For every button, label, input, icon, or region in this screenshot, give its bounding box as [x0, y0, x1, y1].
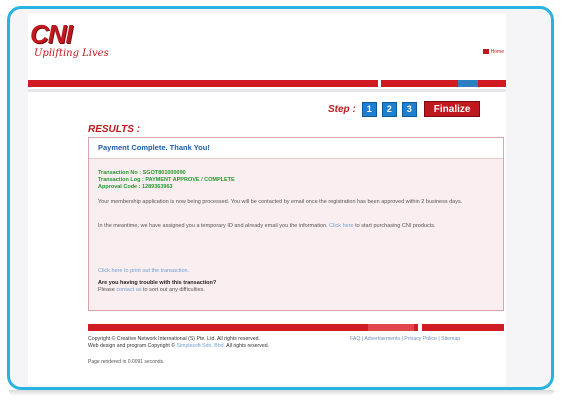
trouble-text: Please — [98, 287, 115, 293]
browser-frame: CNI Uplifting Lives Home Step : 1 2 3 Fi… — [7, 6, 554, 390]
copyright-line-1: Copyright © Creative Network Internation… — [88, 336, 260, 342]
start-purchasing-link[interactable]: Click here — [329, 223, 353, 229]
footer-bar-accent — [368, 324, 414, 331]
transaction-number: Transaction No : SGOT801000090 — [98, 170, 186, 176]
step-1-button[interactable]: 1 — [361, 101, 377, 117]
temporary-id-text: In the meantime, we have assigned you a … — [98, 223, 328, 229]
trouble-text-end: to sort out any difficulties. — [142, 287, 205, 293]
home-icon — [482, 49, 489, 54]
step-label: Step : — [328, 103, 356, 115]
simplesoft-link[interactable]: Simplesoft Sdn. Bhd. — [177, 343, 225, 349]
logo-tagline: Uplifting Lives — [34, 48, 109, 59]
payment-complete-heading: Payment Complete. Thank You! — [98, 143, 210, 152]
render-time: Page rendered in 0.0091 seconds. — [88, 359, 165, 365]
cni-logo[interactable]: CNI Uplifting Lives — [28, 19, 148, 79]
footer-bar-divider — [418, 324, 422, 331]
temporary-id-message: In the meantime, we have assigned you a … — [98, 222, 493, 230]
processing-message: Your membership application is now being… — [98, 199, 463, 205]
copyright-line-2-end: All rights reserved. — [226, 343, 270, 349]
results-title: RESULTS : — [88, 124, 141, 135]
header-subbar — [28, 89, 506, 92]
copyright-line-2: Web design and program Copyright © Simpl… — [88, 343, 269, 350]
header-bar-divider — [378, 80, 381, 87]
header-bar — [28, 80, 506, 87]
step-indicator: Step : 1 2 3 Finalize — [328, 101, 481, 117]
temporary-id-text-end: to start purchasing CNI products. — [355, 223, 436, 229]
approval-code: Approval Code : 1289363963 — [98, 184, 173, 190]
footer-links[interactable]: FAQ | Advertisements | Privacy Police | … — [350, 336, 460, 342]
page-content: CNI Uplifting Lives Home Step : 1 2 3 Fi… — [28, 13, 506, 385]
home-link[interactable]: Home — [482, 49, 504, 55]
copyright-block: Copyright © Creative Network Internation… — [88, 336, 269, 350]
print-transaction-link[interactable]: Click here to print out the transaction. — [98, 267, 493, 275]
step-3-button[interactable]: 3 — [401, 101, 417, 117]
header-bar-accent — [458, 80, 478, 87]
frame-shadow — [9, 390, 554, 396]
transaction-log: Transaction Log : PAYMENT APPROVE / COMP… — [98, 177, 235, 183]
copyright-line-2-text: Web design and program Copyright © — [88, 343, 176, 349]
contact-us-link[interactable]: contact us — [116, 287, 141, 293]
finalize-button[interactable]: Finalize — [423, 101, 481, 117]
results-panel-header: Payment Complete. Thank You! — [89, 138, 503, 159]
step-2-button[interactable]: 2 — [381, 101, 397, 117]
logo-text: CNI — [30, 19, 73, 49]
home-label: Home — [490, 49, 504, 55]
results-panel: Payment Complete. Thank You! Transaction… — [88, 137, 504, 311]
footer-bar — [88, 324, 504, 331]
trouble-message: Please contact us to sort out any diffic… — [98, 286, 493, 294]
